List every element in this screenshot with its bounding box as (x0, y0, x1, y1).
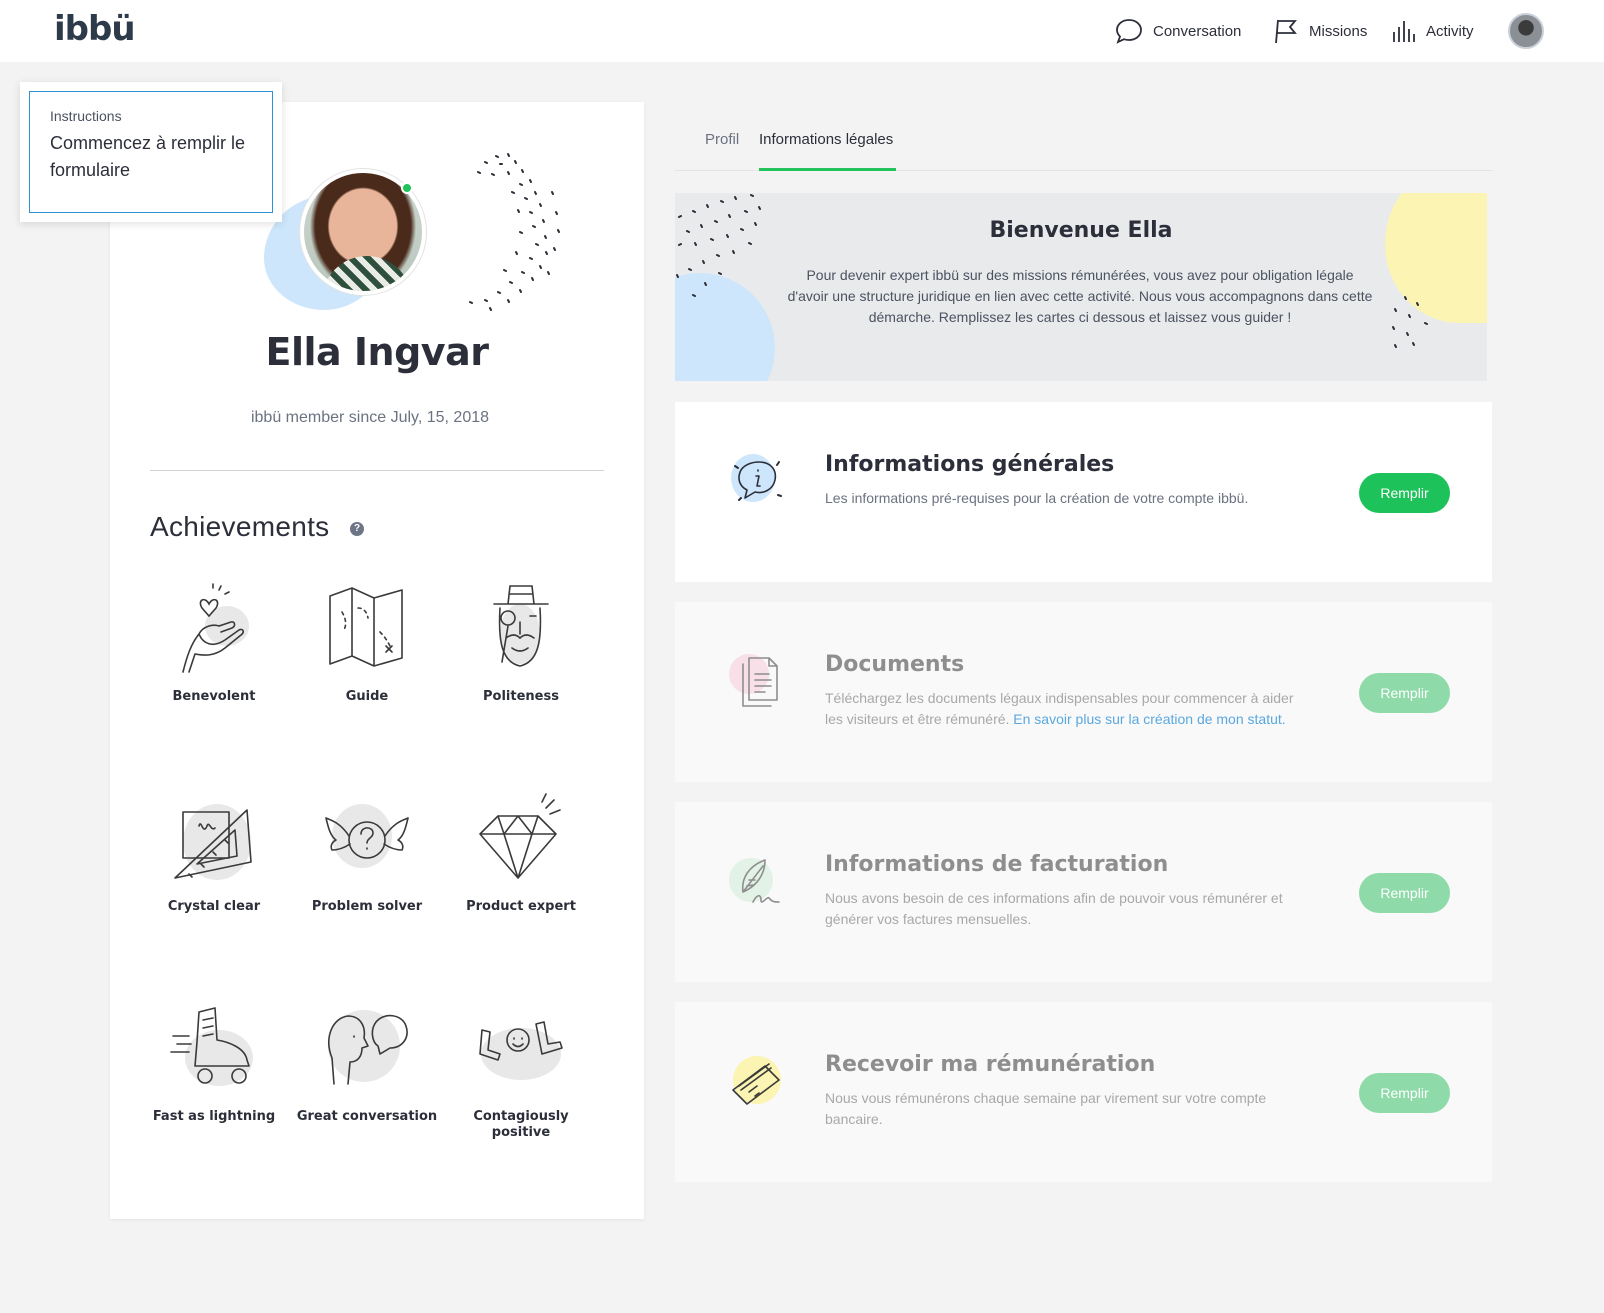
ruler-triangle-icon (174, 804, 252, 880)
achievement-label: Product expert (466, 899, 576, 914)
learn-more-link[interactable]: En savoir plus sur la création de mon st… (1013, 711, 1285, 727)
documents-icon (729, 654, 778, 707)
section-description-text: Les informations pré-requises pour la cr… (825, 490, 1249, 506)
achievement-label: Problem solver (311, 899, 423, 914)
welcome-text: Pour devenir expert ibbü sur des mission… (787, 267, 1373, 325)
achievement-label: Guide (345, 689, 389, 704)
feather-signature-icon (729, 858, 780, 903)
nav-label: Conversation (1153, 22, 1242, 40)
credit-card-icon (732, 1056, 781, 1105)
chat-bubble-icon (1116, 19, 1142, 44)
winged-question-icon (325, 804, 409, 868)
section-description-text: Nous avons besoin de ces informations af… (825, 890, 1283, 927)
section-recevoir-remuneration: Recevoir ma rémunération Nous vous rémun… (675, 1002, 1492, 1182)
logo[interactable]: ibbü (54, 9, 136, 49)
help-icon[interactable]: ? (350, 522, 364, 536)
gentleman-icon (493, 585, 549, 667)
remplir-button[interactable]: Remplir (1359, 673, 1450, 713)
roller-skate-icon (170, 1007, 253, 1086)
achievement-problem-solver: Problem solver (292, 792, 442, 915)
welcome-title: Bienvenue Ella (989, 218, 1173, 243)
achievement-label: Benevolent (172, 689, 256, 704)
achievement-label: Great conversation (296, 1109, 438, 1124)
tab-bar: Profil Informations légales (675, 127, 1492, 171)
heart-hand-icon (182, 583, 249, 673)
achievement-benevolent: Benevolent (139, 582, 289, 705)
section-description-text: Nous vous rémunérons chaque semaine par … (825, 1090, 1267, 1127)
tab-informations-legales[interactable]: Informations légales (759, 131, 893, 148)
section-title: Informations de facturation (825, 852, 1169, 877)
profile-card: Ella Ingvar ibbü member since July, 15, … (110, 102, 644, 1219)
achievement-politeness: Politeness (446, 582, 596, 705)
section-description: Téléchargez les documents légaux indispe… (825, 688, 1305, 730)
diamond-icon (479, 793, 561, 879)
section-title: Recevoir ma rémunération (825, 1052, 1156, 1077)
divider (150, 470, 604, 471)
section-title: Informations générales (825, 452, 1115, 477)
remplir-button[interactable]: Remplir (1359, 473, 1450, 513)
nav-missions[interactable]: Missions (1271, 0, 1367, 62)
remplir-button[interactable]: Remplir (1359, 1073, 1450, 1113)
instructions-box: Instructions Commencez à remplir le form… (29, 91, 273, 213)
member-since: ibbü member since July, 15, 2018 (250, 409, 490, 426)
lol-icon (479, 1021, 563, 1080)
achievement-guide: Guide (292, 582, 442, 705)
achievement-great-conversation: Great conversation (292, 1002, 442, 1125)
achievement-label: Politeness (483, 689, 559, 704)
remplir-button[interactable]: Remplir (1359, 873, 1450, 913)
active-tab-indicator (759, 168, 896, 171)
decorative-dots (676, 194, 761, 297)
map-icon (329, 587, 403, 667)
top-bar: ibbü Conversation Missions Activity (0, 0, 1604, 62)
user-avatar[interactable] (1508, 13, 1544, 49)
section-documents: Documents Téléchargez les documents léga… (675, 602, 1492, 782)
section-informations-generales: Informations générales Les informations … (675, 402, 1492, 582)
achievement-label: Contagiously positive (473, 1109, 569, 1140)
bar-chart-icon (1393, 21, 1415, 42)
achievement-label: Crystal clear (167, 899, 261, 914)
achievements-title: Achievements (150, 511, 330, 542)
online-status-dot (401, 182, 413, 194)
info-bubble-icon (731, 454, 782, 502)
instructions-text: Commencez à remplir le formulaire (50, 133, 246, 180)
profile-name: Ella Ingvar (265, 330, 489, 374)
achievement-fast-as-lightning: Fast as lightning (139, 1002, 289, 1125)
section-title: Documents (825, 652, 965, 677)
section-description: Les informations pré-requises pour la cr… (825, 488, 1305, 509)
achievement-contagiously-positive: Contagiously positive (446, 1002, 596, 1141)
speech-head-icon (328, 1010, 408, 1085)
nav-label: Activity (1426, 22, 1474, 40)
nav-label: Missions (1309, 22, 1368, 40)
section-description: Nous avons besoin de ces informations af… (825, 888, 1305, 930)
section-description: Nous vous rémunérons chaque semaine par … (825, 1088, 1305, 1130)
instructions-label: Instructions (50, 108, 122, 124)
instructions-tooltip: Instructions Commencez à remplir le form… (20, 82, 282, 222)
section-informations-facturation: Informations de facturation Nous avons b… (675, 802, 1492, 982)
decorative-dots (1392, 296, 1428, 348)
nav-activity[interactable]: Activity (1392, 0, 1474, 62)
welcome-banner: Bienvenue Ella Pour devenir expert ibbü … (675, 193, 1487, 381)
flag-icon (1275, 19, 1297, 44)
achievement-product-expert: Product expert (446, 792, 596, 915)
nav-conversation[interactable]: Conversation (1115, 0, 1241, 62)
achievement-crystal-clear: Crystal clear (139, 792, 289, 915)
achievement-label: Fast as lightning (152, 1109, 276, 1124)
tab-profil[interactable]: Profil (705, 131, 739, 148)
